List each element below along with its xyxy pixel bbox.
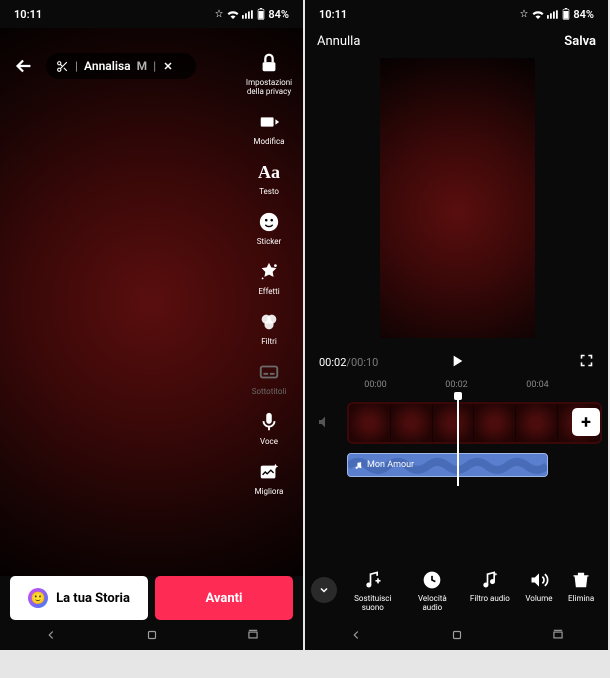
tool-delete[interactable]: Elimina xyxy=(568,569,594,612)
your-story-button[interactable]: 🙂 La tua Storia xyxy=(10,576,148,620)
tool-audio-speed[interactable]: Velocità audio xyxy=(410,569,454,612)
collapse-button[interactable] xyxy=(311,577,337,603)
nav-back-icon[interactable] xyxy=(349,628,363,642)
audio-filter-icon xyxy=(479,569,501,591)
audio-track[interactable]: Mon Amour xyxy=(347,453,548,477)
tool-filters[interactable]: Filtri xyxy=(256,309,282,346)
mic-icon xyxy=(256,409,282,435)
enhance-icon xyxy=(256,459,282,485)
effects-icon xyxy=(256,259,282,285)
lock-icon xyxy=(256,50,282,76)
timeline[interactable]: + Mon Amour xyxy=(305,398,608,518)
status-time: 10:11 xyxy=(14,8,42,21)
tool-audio-filter[interactable]: Filtro audio xyxy=(470,569,510,612)
tool-volume[interactable]: Volume xyxy=(525,569,552,612)
cancel-button[interactable]: Annulla xyxy=(317,34,360,49)
text-icon: Aa xyxy=(256,159,282,185)
tool-enhance[interactable]: Migliora xyxy=(255,459,284,496)
time-total: 00:10 xyxy=(351,356,378,369)
sticker-icon xyxy=(256,209,282,235)
status-right: 84% xyxy=(214,8,289,21)
save-button[interactable]: Salva xyxy=(564,34,596,49)
tool-subtitles[interactable]: Sottotitoli xyxy=(252,359,287,396)
tool-text[interactable]: Aa Testo xyxy=(256,159,282,196)
status-battery: 84% xyxy=(573,8,594,21)
system-nav-bar xyxy=(305,620,608,650)
music-pill[interactable]: | Annalisa M | xyxy=(46,53,196,79)
add-clip-button[interactable]: + xyxy=(572,408,600,436)
system-nav-bar xyxy=(0,620,303,650)
status-bar: 10:11 84% xyxy=(0,0,303,28)
bottom-toolbar: Sostituisci suono Velocità audio Filtro … xyxy=(305,562,608,618)
status-battery: 84% xyxy=(268,8,289,21)
tool-effects[interactable]: Effetti xyxy=(256,259,282,296)
music-title: Annalisa xyxy=(84,59,131,73)
video-preview[interactable] xyxy=(380,58,535,338)
play-button[interactable] xyxy=(449,353,465,372)
time-current: 00:02 xyxy=(319,356,346,369)
close-icon[interactable] xyxy=(162,60,174,72)
video-track[interactable] xyxy=(347,402,602,444)
next-button[interactable]: Avanti xyxy=(155,576,293,620)
replace-sound-icon xyxy=(362,569,384,591)
subtitles-icon xyxy=(256,359,282,385)
music-note-icon xyxy=(354,461,363,470)
volume-icon xyxy=(528,569,550,591)
next-label: Avanti xyxy=(206,591,243,606)
screen-timeline-edit: 10:11 84% Annulla Salva 00:02 / 00:10 xyxy=(305,0,608,650)
status-bar: 10:11 84% xyxy=(305,0,608,28)
filters-icon xyxy=(256,309,282,335)
status-right: 84% xyxy=(519,8,594,21)
nav-home-icon[interactable] xyxy=(450,628,464,642)
trash-icon xyxy=(570,569,592,591)
edit-icon xyxy=(256,109,282,135)
audio-clip-name: Mon Amour xyxy=(367,460,414,470)
your-story-label: La tua Storia xyxy=(56,591,130,606)
tool-sticker[interactable]: Sticker xyxy=(256,209,282,246)
scissors-icon xyxy=(56,60,69,73)
back-button[interactable] xyxy=(10,52,38,80)
playhead[interactable] xyxy=(457,396,459,486)
speed-icon xyxy=(421,569,443,591)
mute-icon[interactable] xyxy=(317,414,333,434)
nav-back-icon[interactable] xyxy=(44,628,58,642)
side-toolbar: Impostazioni della privacy Modifica Aa T… xyxy=(240,50,298,496)
nav-recent-icon[interactable] xyxy=(551,628,565,642)
nav-home-icon[interactable] xyxy=(145,628,159,642)
status-time: 10:11 xyxy=(319,8,347,21)
screen-post-edit: 10:11 84% | Annalisa M | xyxy=(0,0,303,650)
tool-edit[interactable]: Modifica xyxy=(254,109,285,146)
nav-recent-icon[interactable] xyxy=(246,628,260,642)
fullscreen-button[interactable] xyxy=(579,353,594,371)
time-ruler: 00:00 00:02 00:04 xyxy=(305,380,608,390)
avatar: 🙂 xyxy=(28,588,48,608)
tool-voice[interactable]: Voce xyxy=(256,409,282,446)
tool-privacy[interactable]: Impostazioni della privacy xyxy=(241,50,297,96)
tool-replace-sound[interactable]: Sostituisci suono xyxy=(351,569,395,612)
